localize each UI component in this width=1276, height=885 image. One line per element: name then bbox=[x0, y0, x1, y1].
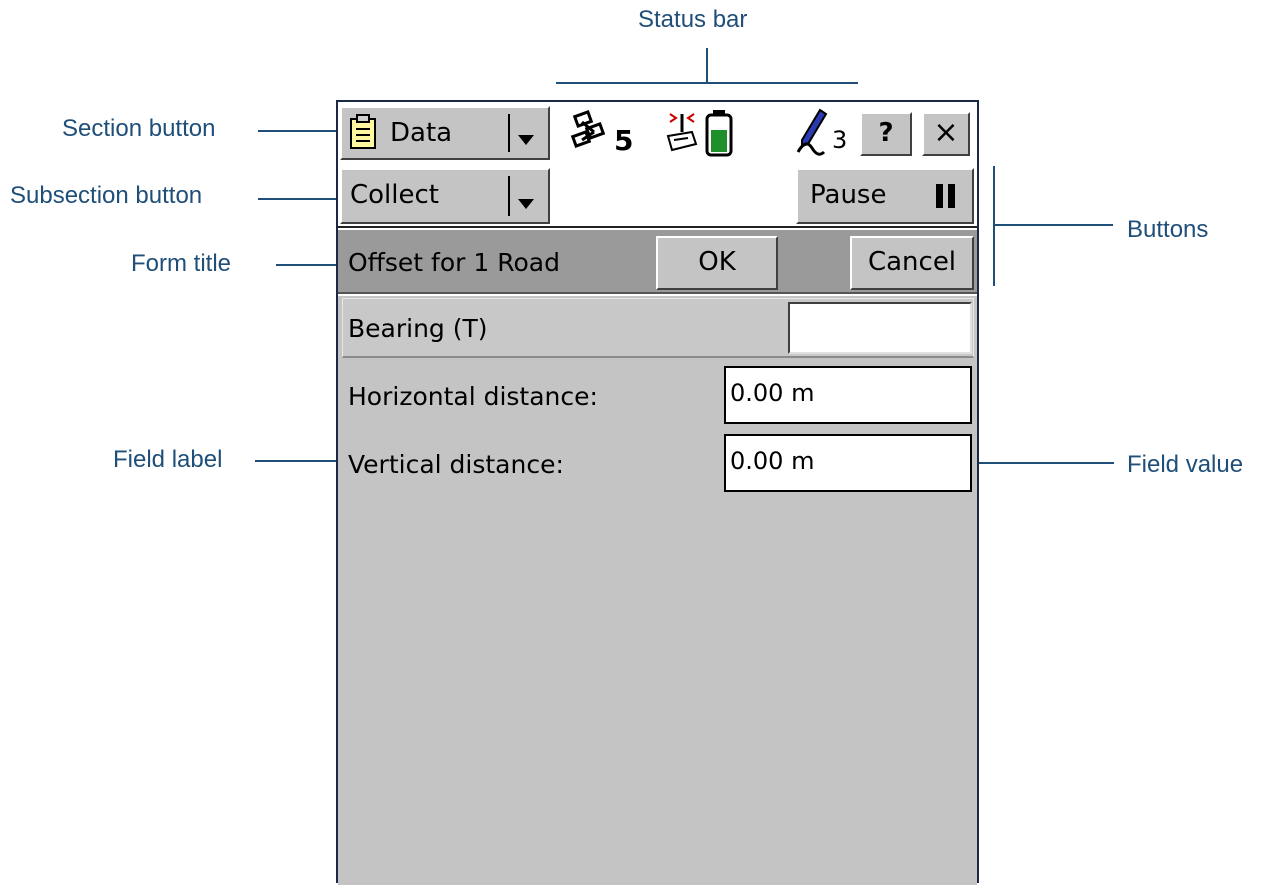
close-icon: × bbox=[933, 115, 959, 150]
vertical-distance-field[interactable]: 0.00 m bbox=[724, 434, 972, 492]
pause-button-label: Pause bbox=[810, 180, 887, 210]
ok-button[interactable]: OK bbox=[656, 236, 778, 290]
horizontal-distance-field[interactable]: 0.00 m bbox=[724, 366, 972, 424]
radio-icon bbox=[664, 110, 700, 158]
device-screen: Data 5 3 ? × Collect Pause Offset for 1 … bbox=[336, 100, 979, 885]
callout-section-button: Section button bbox=[62, 115, 216, 142]
callout-field-value: Field value bbox=[1127, 451, 1244, 478]
cancel-button-label: Cancel bbox=[867, 247, 957, 277]
subsection-button-leader bbox=[258, 198, 346, 200]
field-label-leader bbox=[255, 460, 345, 462]
clipboard-icon bbox=[348, 114, 378, 157]
bearing-label: Bearing (T) bbox=[348, 314, 488, 343]
dropdown-arrow-icon[interactable] bbox=[516, 188, 536, 218]
subsection-button[interactable]: Collect bbox=[340, 168, 550, 224]
battery-icon bbox=[704, 108, 734, 162]
help-button-label: ? bbox=[878, 118, 894, 148]
callout-field-label: Field label bbox=[113, 446, 223, 473]
callout-status-bar: Status bar bbox=[638, 6, 748, 33]
subsection-button-label: Collect bbox=[350, 180, 439, 210]
pause-button[interactable]: Pause bbox=[796, 168, 974, 224]
ok-button-label: OK bbox=[698, 247, 736, 277]
form-title: Offset for 1 Road bbox=[348, 248, 560, 277]
section-button-leader bbox=[258, 130, 346, 132]
horizontal-distance-label: Horizontal distance: bbox=[348, 382, 598, 411]
section-button-label: Data bbox=[390, 118, 453, 148]
satellite-count: 5 bbox=[614, 124, 634, 157]
callout-form-title: Form title bbox=[131, 250, 232, 277]
section-button-divider bbox=[508, 114, 510, 152]
close-button[interactable]: × bbox=[922, 112, 970, 156]
help-button[interactable]: ? bbox=[860, 112, 912, 156]
vertical-distance-label: Vertical distance: bbox=[348, 450, 564, 479]
form-title-leader bbox=[276, 264, 336, 266]
satellite-icon bbox=[570, 108, 614, 158]
subsection-button-divider bbox=[508, 176, 510, 216]
cancel-button[interactable]: Cancel bbox=[850, 236, 974, 290]
buttons-leader bbox=[995, 224, 1113, 226]
horizontal-distance-value: 0.00 m bbox=[730, 379, 815, 407]
pen-icon bbox=[794, 108, 834, 162]
status-bar-bracket-stem bbox=[706, 48, 708, 83]
bearing-field[interactable] bbox=[788, 302, 972, 354]
pen-count: 3 bbox=[832, 126, 848, 154]
vertical-distance-value: 0.00 m bbox=[730, 447, 815, 475]
section-button[interactable]: Data bbox=[340, 106, 550, 160]
buttons-bracket-line bbox=[993, 166, 995, 286]
dropdown-arrow-icon[interactable] bbox=[516, 124, 536, 154]
callout-buttons: Buttons bbox=[1127, 216, 1209, 243]
callout-subsection-button: Subsection button bbox=[10, 182, 203, 209]
pause-icon bbox=[934, 182, 958, 217]
